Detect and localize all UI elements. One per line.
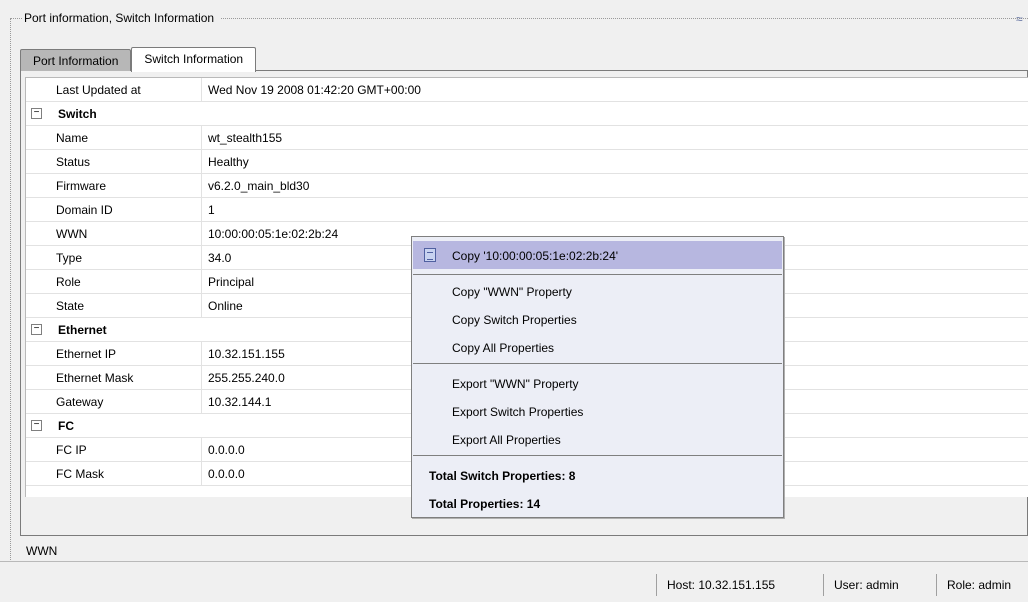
collapse-toggle-icon[interactable]: − (31, 324, 42, 335)
property-value: Online (208, 298, 243, 313)
property-key: Ethernet Mask (26, 366, 202, 389)
property-key: Status (26, 150, 202, 173)
property-key: Last Updated at (26, 78, 202, 101)
property-key: Domain ID (26, 198, 202, 221)
table-row[interactable]: Status Healthy (26, 150, 1028, 174)
property-value: 255.255.240.0 (208, 370, 285, 385)
collapse-toggle-icon[interactable]: − (31, 420, 42, 431)
menu-item-copy-all-properties[interactable]: Copy All Properties (413, 333, 782, 361)
collapse-icon[interactable]: ≈ (1016, 12, 1023, 26)
property-key: FC Mask (26, 462, 202, 485)
property-key: Ethernet IP (26, 342, 202, 365)
menu-separator (413, 363, 782, 364)
property-value: 34.0 (208, 250, 232, 265)
table-row[interactable]: Last Updated at Wed Nov 19 2008 01:42:20… (26, 78, 1028, 102)
property-value: Principal (208, 274, 255, 289)
property-value: 0.0.0.0 (208, 442, 245, 457)
property-value: Healthy (208, 154, 249, 169)
menu-item-export-switch-properties[interactable]: Export Switch Properties (413, 397, 782, 425)
menu-separator (413, 274, 782, 275)
copy-icon (424, 248, 436, 262)
tab-bar: Port Information Switch Information (20, 47, 257, 72)
property-key: Type (26, 246, 202, 269)
tab-switch-information[interactable]: Switch Information (131, 47, 257, 72)
host-status: Host: 10.32.151.155 (656, 574, 785, 596)
property-value: 10.32.144.1 (208, 394, 272, 409)
menu-item-export-all-properties[interactable]: Export All Properties (413, 425, 782, 453)
property-key: Name (26, 126, 202, 149)
property-key: State (26, 294, 202, 317)
status-bar: Host: 10.32.151.155 User: admin Role: ad… (0, 562, 1028, 602)
total-switch-properties: Total Switch Properties: 8 (429, 469, 576, 483)
group-title: Port information, Switch Information (22, 11, 221, 25)
total-properties: Total Properties: 14 (429, 497, 541, 511)
property-key: Role (26, 270, 202, 293)
property-description-bar: WWN (0, 536, 1028, 562)
table-row[interactable]: Firmware v6.2.0_main_bld30 (26, 174, 1028, 198)
role-status: Role: admin (936, 574, 1021, 596)
collapse-toggle-icon[interactable]: − (31, 108, 42, 119)
property-key: Firmware (26, 174, 202, 197)
tab-port-information[interactable]: Port Information (20, 49, 132, 71)
property-value: 10:00:00:05:1e:02:2b:24 (208, 226, 339, 241)
menu-item-label: Copy '10:00:00:05:1e:02:2b:24' (452, 249, 619, 263)
property-value: 10.32.151.155 (208, 346, 285, 361)
context-menu: Copy '10:00:00:05:1e:02:2b:24' Copy "WWN… (411, 236, 784, 518)
table-row[interactable]: Name wt_stealth155 (26, 126, 1028, 150)
table-row[interactable]: Domain ID 1 (26, 198, 1028, 222)
section-switch[interactable]: − Switch (26, 102, 1028, 126)
user-status: User: admin (823, 574, 909, 596)
property-value: wt_stealth155 (208, 130, 283, 145)
property-value: 1 (208, 202, 215, 217)
property-value: Wed Nov 19 2008 01:42:20 GMT+00:00 (208, 82, 421, 97)
menu-item-copy-value[interactable]: Copy '10:00:00:05:1e:02:2b:24' (413, 241, 782, 269)
property-key: FC IP (26, 438, 202, 461)
selected-property-name: WWN (26, 544, 58, 558)
menu-item-copy-wwn-property[interactable]: Copy "WWN" Property (413, 277, 782, 305)
menu-item-export-wwn-property[interactable]: Export "WWN" Property (413, 369, 782, 397)
property-key: Gateway (26, 390, 202, 413)
property-value: v6.2.0_main_bld30 (208, 178, 310, 193)
menu-item-copy-switch-properties[interactable]: Copy Switch Properties (413, 305, 782, 333)
property-value: 0.0.0.0 (208, 466, 245, 481)
menu-separator (413, 455, 782, 456)
property-key: WWN (26, 222, 202, 245)
